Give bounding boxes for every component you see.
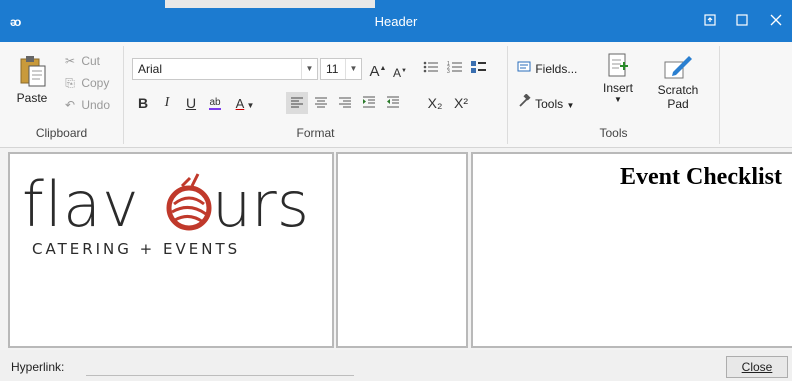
undo-label: Undo bbox=[81, 98, 111, 112]
font-name-select[interactable]: Arial ▼ bbox=[132, 58, 318, 80]
hyperlink-input[interactable] bbox=[86, 358, 354, 376]
font-size-select[interactable]: 11 ▼ bbox=[320, 58, 362, 80]
restore-icon[interactable] bbox=[698, 10, 722, 32]
header-middle-pane[interactable] bbox=[336, 152, 468, 348]
hammer-icon bbox=[516, 93, 532, 113]
align-left-icon[interactable] bbox=[286, 92, 308, 114]
scratch-pad-label: Scratch Pad bbox=[657, 83, 699, 111]
insert-label: Insert bbox=[602, 81, 633, 95]
highlight-icon: ab bbox=[209, 97, 221, 110]
bullet-list-icon[interactable] bbox=[420, 58, 442, 80]
ribbon-toolbar: Paste ✂ Cut ⎘ Copy ↶ Undo Clipboard Aria… bbox=[0, 42, 792, 148]
undo-icon: ↶ bbox=[64, 98, 76, 112]
font-color-icon: A bbox=[235, 96, 245, 111]
chevron-down-icon: ▼ bbox=[614, 95, 622, 104]
maximize-icon[interactable] bbox=[730, 10, 754, 32]
decrease-indent-icon[interactable] bbox=[382, 92, 404, 114]
background-window-peek bbox=[165, 0, 375, 8]
shrink-font-button[interactable]: A▼ bbox=[392, 60, 408, 82]
chevron-down-icon: ▼ bbox=[345, 59, 361, 79]
chevron-down-icon: ▼ bbox=[301, 59, 317, 79]
svg-text:3: 3 bbox=[447, 69, 450, 74]
flavours-logo: flav urs CATERING + EVENTS bbox=[22, 168, 309, 258]
cut-label: Cut bbox=[81, 54, 101, 68]
fields-label: Fields... bbox=[535, 62, 578, 76]
paste-label: Paste bbox=[16, 91, 48, 105]
align-right-icon[interactable] bbox=[334, 92, 356, 114]
bold-button[interactable]: B bbox=[134, 92, 152, 114]
increase-indent-icon[interactable] bbox=[358, 92, 380, 114]
pencil-icon bbox=[664, 56, 692, 79]
paste-icon bbox=[20, 56, 46, 87]
clipboard-group-label: Clipboard bbox=[35, 126, 88, 140]
copy-icon: ⎘ bbox=[65, 76, 75, 90]
fields-button[interactable]: Fields... bbox=[516, 60, 577, 78]
insert-icon bbox=[608, 53, 628, 77]
chevron-down-icon: ▼ bbox=[566, 101, 575, 110]
insert-button[interactable]: Insert ▼ bbox=[598, 52, 638, 104]
tools-group: Fields... Tools ▼ Insert ▼ Scratch Pad T… bbox=[508, 46, 720, 144]
scissors-icon: ✂ bbox=[64, 54, 76, 68]
hyperlink-label: Hyperlink: bbox=[11, 360, 65, 374]
tools-dropdown-button[interactable]: Tools ▼ bbox=[516, 93, 575, 113]
superscript-button[interactable]: X² bbox=[450, 92, 472, 114]
font-name-value: Arial bbox=[138, 62, 163, 76]
header-right-pane[interactable]: Event Checklist bbox=[471, 152, 792, 348]
numbered-list-icon[interactable]: 123 bbox=[444, 58, 466, 80]
copy-button[interactable]: ⎘ Copy bbox=[62, 74, 109, 92]
svg-text:CATERING + EVENTS: CATERING + EVENTS bbox=[32, 240, 240, 258]
scratch-pad-button[interactable]: Scratch Pad bbox=[650, 52, 706, 111]
header-left-pane[interactable]: flav urs CATERING + EVENTS bbox=[8, 152, 334, 348]
event-checklist-title: Event Checklist bbox=[620, 164, 782, 190]
subscript-button[interactable]: X₂ bbox=[424, 92, 446, 114]
copy-label: Copy bbox=[81, 76, 110, 90]
undo-button[interactable]: ↶ Undo bbox=[62, 96, 110, 114]
highlight-button[interactable]: ab bbox=[204, 92, 226, 114]
status-bar: Hyperlink: Close bbox=[0, 350, 792, 381]
fields-icon bbox=[516, 60, 532, 78]
format-group: Arial ▼ 11 ▼ A▲ A▼ 123 B I U ab A ▼ X₂ X… bbox=[124, 46, 508, 144]
grow-font-button[interactable]: A▲ bbox=[369, 58, 387, 80]
close-button[interactable]: Close bbox=[726, 356, 788, 378]
close-window-icon[interactable] bbox=[764, 10, 788, 32]
checklist-icon[interactable] bbox=[468, 58, 490, 80]
tools-group-label: Tools bbox=[599, 126, 628, 140]
format-group-label: Format bbox=[296, 126, 335, 140]
window-title: Header bbox=[374, 14, 418, 29]
paste-button[interactable]: Paste bbox=[12, 54, 52, 105]
cut-button[interactable]: ✂ Cut bbox=[62, 52, 100, 70]
align-center-icon[interactable] bbox=[310, 92, 332, 114]
font-size-value: 11 bbox=[326, 62, 339, 76]
font-color-button[interactable]: A ▼ bbox=[230, 92, 260, 114]
svg-text:urs: urs bbox=[212, 168, 309, 241]
italic-button[interactable]: I bbox=[158, 92, 176, 114]
underline-button[interactable]: U bbox=[182, 92, 200, 114]
tools-label: Tools bbox=[535, 97, 564, 111]
svg-text:flav: flav bbox=[22, 168, 140, 241]
title-bar: ᴔ Header bbox=[0, 0, 792, 42]
clipboard-group: Paste ✂ Cut ⎘ Copy ↶ Undo Clipboard bbox=[0, 46, 124, 144]
